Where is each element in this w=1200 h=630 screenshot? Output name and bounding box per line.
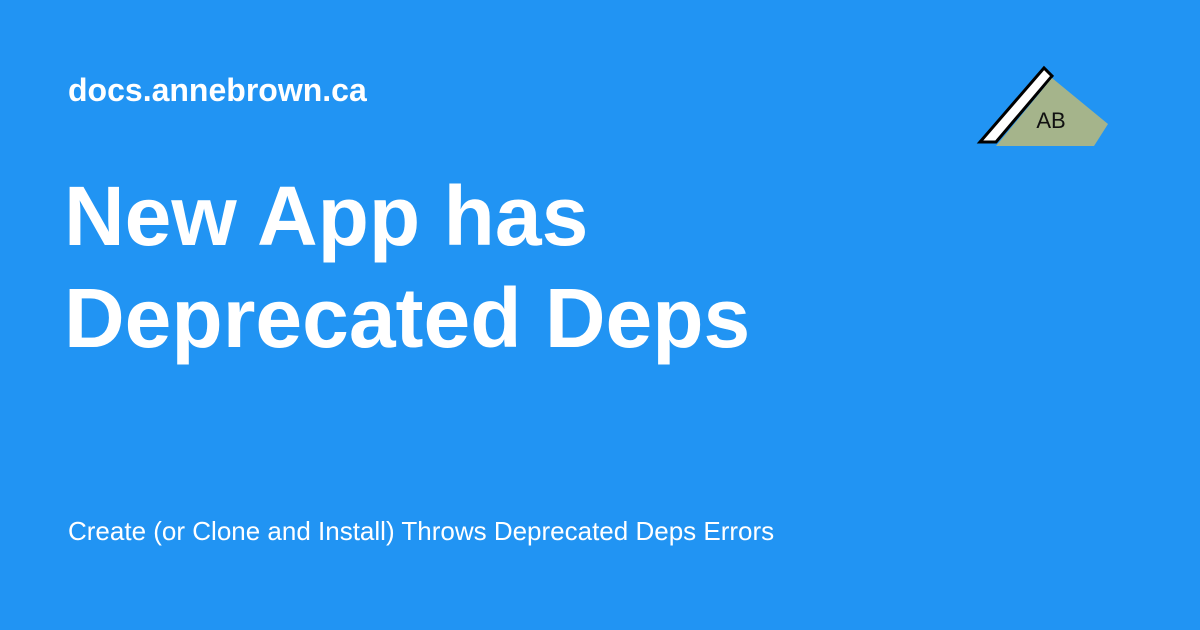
logo-monogram: AB bbox=[1036, 108, 1065, 133]
page-subtitle: Create (or Clone and Install) Throws Dep… bbox=[68, 516, 775, 546]
title-line-2: Deprecated Deps bbox=[64, 271, 751, 365]
mountain-monogram-logo-icon: AB bbox=[976, 65, 1108, 146]
page-title: New App has Deprecated Deps bbox=[64, 165, 964, 369]
site-domain: docs.annebrown.ca bbox=[68, 72, 367, 108]
logo: AB bbox=[972, 62, 1112, 152]
social-card: docs.annebrown.ca New App has Deprecated… bbox=[0, 0, 1200, 630]
title-line-1: New App has bbox=[64, 169, 589, 263]
